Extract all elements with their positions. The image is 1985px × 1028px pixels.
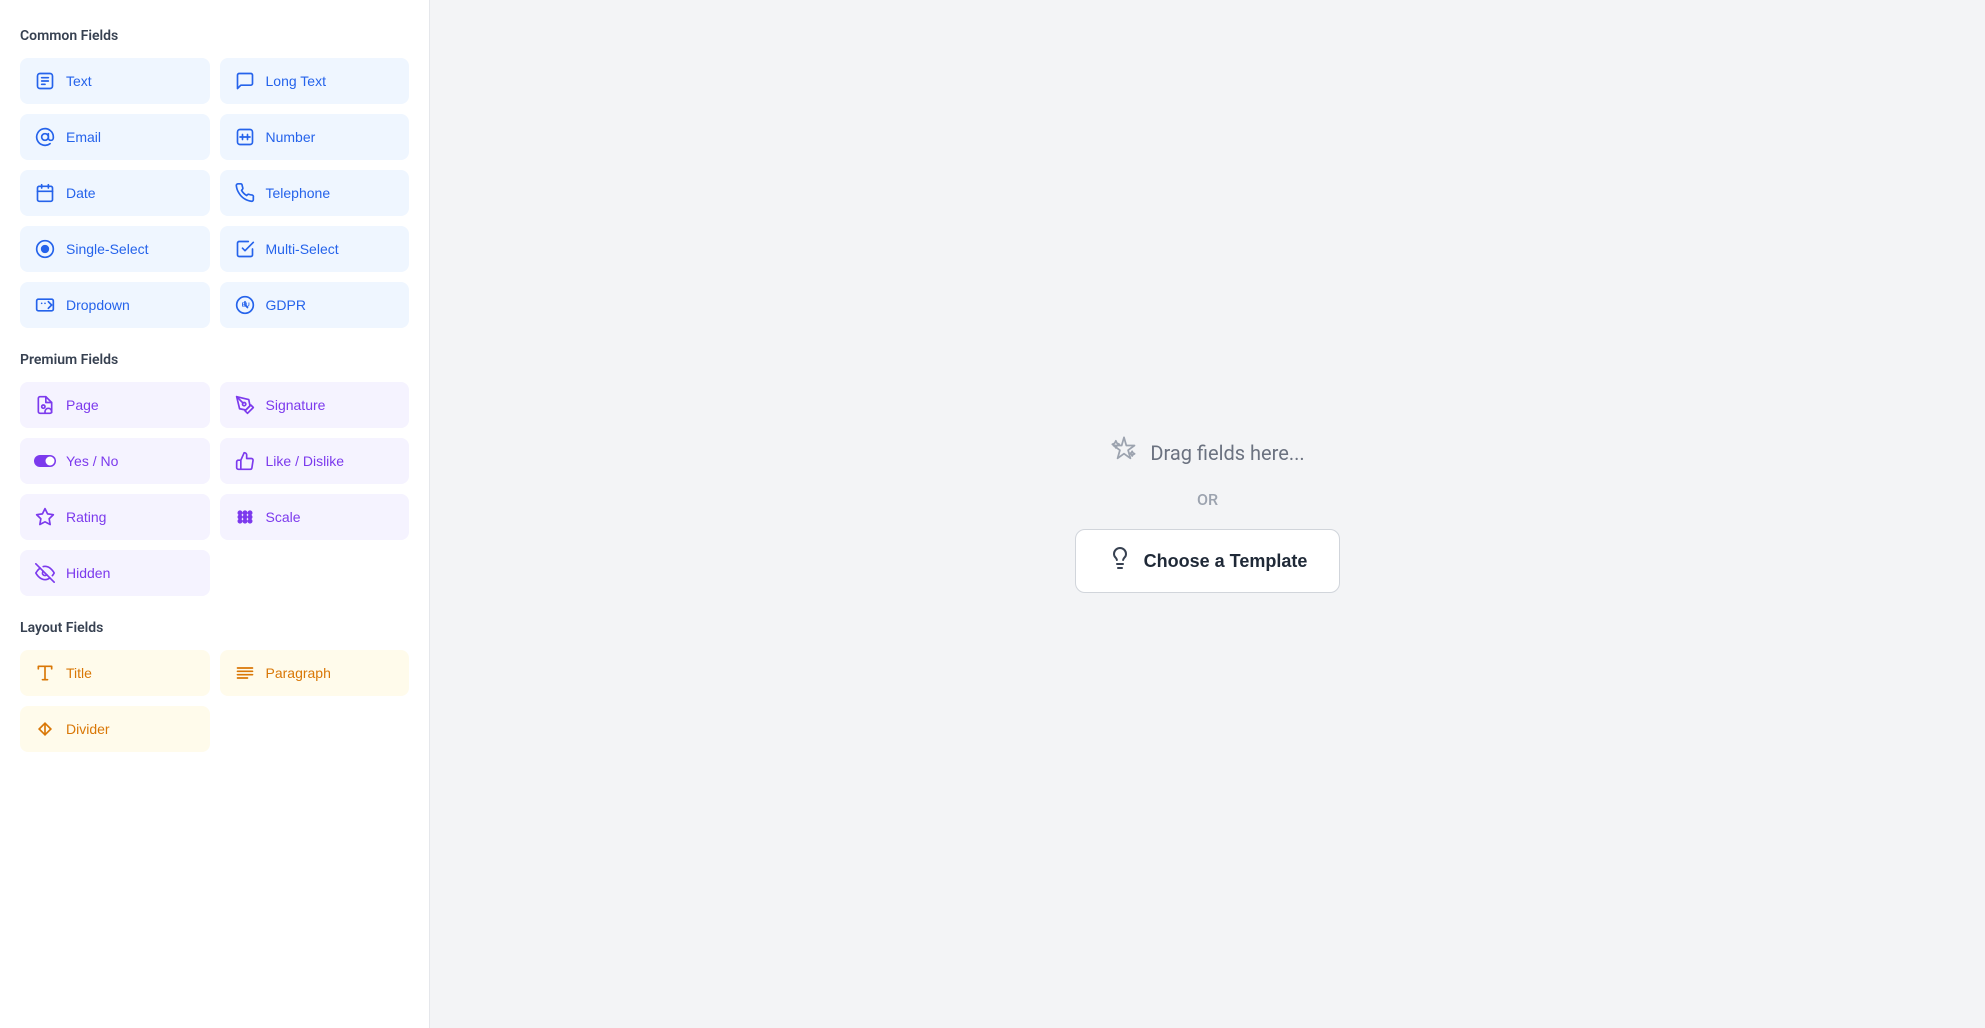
field-single-select-label: Single-Select — [66, 241, 149, 257]
divider-icon — [34, 718, 56, 740]
choose-template-button[interactable]: Choose a Template — [1075, 529, 1341, 593]
field-rating[interactable]: Rating — [20, 494, 210, 540]
field-email-label: Email — [66, 129, 101, 145]
field-text[interactable]: Text — [20, 58, 210, 104]
common-fields-grid: Text Long Text Email — [20, 58, 409, 328]
field-multi-select[interactable]: Multi-Select — [220, 226, 410, 272]
field-title-label: Title — [66, 665, 92, 681]
sparkle-icon — [1110, 435, 1138, 470]
like-dislike-icon — [234, 450, 256, 472]
number-icon — [234, 126, 256, 148]
paragraph-icon — [234, 662, 256, 684]
field-multi-select-label: Multi-Select — [266, 241, 339, 257]
field-long-text[interactable]: Long Text — [220, 58, 410, 104]
field-number-label: Number — [266, 129, 316, 145]
field-page-label: Page — [66, 397, 99, 413]
date-icon — [34, 182, 56, 204]
single-select-icon — [34, 238, 56, 260]
common-fields-title: Common Fields — [20, 28, 409, 44]
page-icon — [34, 394, 56, 416]
field-telephone-label: Telephone — [266, 185, 331, 201]
field-number[interactable]: Number — [220, 114, 410, 160]
field-paragraph[interactable]: Paragraph — [220, 650, 410, 696]
rating-icon — [34, 506, 56, 528]
field-gdpr-label: GDPR — [266, 297, 306, 313]
long-text-icon — [234, 70, 256, 92]
field-scale-label: Scale — [266, 509, 301, 525]
telephone-icon — [234, 182, 256, 204]
multi-select-icon — [234, 238, 256, 260]
yes-no-icon — [34, 450, 56, 472]
field-gdpr[interactable]: EU GDPR — [220, 282, 410, 328]
choose-template-label: Choose a Template — [1144, 551, 1308, 572]
field-yes-no-label: Yes / No — [66, 453, 118, 469]
hidden-icon — [34, 562, 56, 584]
field-date[interactable]: Date — [20, 170, 210, 216]
dropdown-icon — [34, 294, 56, 316]
signature-icon — [234, 394, 256, 416]
field-single-select[interactable]: Single-Select — [20, 226, 210, 272]
drag-hint: Drag fields here... — [1110, 435, 1304, 470]
field-divider-label: Divider — [66, 721, 110, 737]
gdpr-icon: EU — [234, 294, 256, 316]
field-yes-no[interactable]: Yes / No — [20, 438, 210, 484]
drag-hint-text: Drag fields here... — [1150, 441, 1304, 465]
field-text-label: Text — [66, 73, 92, 89]
field-hidden-label: Hidden — [66, 565, 110, 581]
field-dropdown[interactable]: Dropdown — [20, 282, 210, 328]
scale-icon — [234, 506, 256, 528]
field-rating-label: Rating — [66, 509, 106, 525]
field-like-dislike-label: Like / Dislike — [266, 453, 345, 469]
drop-zone: Drag fields here... OR Choose a Template — [1075, 435, 1341, 593]
field-like-dislike[interactable]: Like / Dislike — [220, 438, 410, 484]
field-page[interactable]: Page — [20, 382, 210, 428]
premium-fields-section: Premium Fields Page — [20, 352, 409, 596]
field-telephone[interactable]: Telephone — [220, 170, 410, 216]
field-scale[interactable]: Scale — [220, 494, 410, 540]
field-signature-label: Signature — [266, 397, 326, 413]
common-fields-section: Common Fields Text — [20, 28, 409, 328]
text-icon — [34, 70, 56, 92]
field-email[interactable]: Email — [20, 114, 210, 160]
field-dropdown-label: Dropdown — [66, 297, 130, 313]
layout-fields-section: Layout Fields Title — [20, 620, 409, 752]
sidebar: Common Fields Text — [0, 0, 430, 1028]
email-icon — [34, 126, 56, 148]
field-date-label: Date — [66, 185, 96, 201]
field-long-text-label: Long Text — [266, 73, 326, 89]
premium-fields-title: Premium Fields — [20, 352, 409, 368]
field-paragraph-label: Paragraph — [266, 665, 331, 681]
field-signature[interactable]: Signature — [220, 382, 410, 428]
field-divider[interactable]: Divider — [20, 706, 210, 752]
field-title[interactable]: Title — [20, 650, 210, 696]
field-hidden[interactable]: Hidden — [20, 550, 210, 596]
main-drop-area: Drag fields here... OR Choose a Template — [430, 0, 1985, 1028]
premium-fields-grid: Page Signature — [20, 382, 409, 596]
or-divider: OR — [1197, 490, 1218, 509]
bulb-icon — [1108, 546, 1132, 576]
layout-fields-grid: Title Paragraph — [20, 650, 409, 752]
layout-fields-title: Layout Fields — [20, 620, 409, 636]
svg-text:EU: EU — [241, 303, 249, 309]
title-icon — [34, 662, 56, 684]
